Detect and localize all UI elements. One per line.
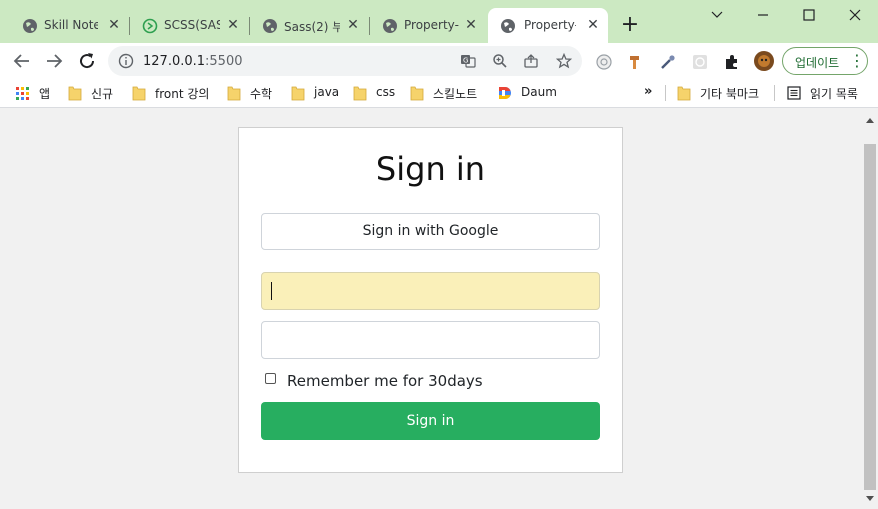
apps-grid-icon bbox=[16, 87, 29, 100]
bookmark-label: 신규 bbox=[91, 87, 114, 101]
back-arrow-icon[interactable] bbox=[10, 49, 34, 73]
scroll-down-arrow-icon[interactable] bbox=[866, 496, 874, 501]
bookmark-label: css bbox=[376, 85, 396, 99]
forward-arrow-icon[interactable] bbox=[42, 49, 66, 73]
tab-scss[interactable]: SCSS(SASS ✕ bbox=[120, 8, 250, 43]
bookmark-label: front 강의 bbox=[155, 87, 210, 101]
remember-label[interactable]: Remember me for 30days bbox=[287, 372, 483, 390]
minimize-icon bbox=[758, 14, 768, 16]
username-field[interactable] bbox=[261, 272, 600, 310]
sass-icon bbox=[142, 18, 158, 34]
folder-icon bbox=[291, 86, 305, 101]
tab-title: Sass(2) 부 bbox=[284, 20, 340, 34]
tab-property-active[interactable]: Property-S ✕ bbox=[488, 8, 608, 43]
minimize-button[interactable] bbox=[702, 4, 732, 26]
url-text: 127.0.0.1:5500 bbox=[143, 54, 243, 69]
minimize-icon bbox=[711, 11, 723, 18]
avatar[interactable] bbox=[753, 50, 775, 72]
folder-icon bbox=[410, 86, 424, 101]
eyedropper-icon[interactable] bbox=[659, 53, 677, 71]
tab-skill-note[interactable]: Skill Note ✕ bbox=[0, 8, 130, 43]
close-tab-icon[interactable]: ✕ bbox=[462, 16, 480, 34]
folder-icon bbox=[68, 86, 82, 101]
page-title: Sign in bbox=[375, 150, 486, 188]
scroll-up-arrow-icon[interactable] bbox=[866, 118, 874, 123]
remember-checkbox[interactable] bbox=[265, 373, 276, 384]
globe-icon bbox=[263, 19, 277, 33]
bookmarks-divider bbox=[665, 85, 666, 101]
bookmark-label: Daum bbox=[521, 85, 557, 99]
close-tab-icon[interactable]: ✕ bbox=[584, 16, 602, 34]
globe-icon bbox=[23, 19, 37, 33]
extension-clock-icon[interactable] bbox=[595, 53, 613, 71]
maximize-button[interactable] bbox=[794, 4, 824, 26]
bookmark-label: 앱 bbox=[39, 87, 51, 101]
info-icon[interactable] bbox=[118, 53, 134, 69]
star-icon[interactable] bbox=[556, 53, 572, 69]
update-button[interactable]: 업데이트 ⋮ bbox=[782, 47, 868, 75]
minimize-window-button[interactable] bbox=[748, 4, 778, 26]
address-bar[interactable]: 127.0.0.1:5500 G bbox=[108, 46, 582, 76]
tab-sass-2[interactable]: Sass(2) 부 ✕ bbox=[240, 8, 370, 43]
puzzle-icon[interactable] bbox=[723, 53, 741, 71]
google-signin-button[interactable]: Sign in with Google bbox=[261, 213, 600, 250]
tab-strip: Skill Note ✕ SCSS(SASS ✕ Sass(2) 부 ✕ Pro… bbox=[0, 0, 878, 43]
tab-title: Property-S bbox=[524, 18, 576, 32]
close-icon bbox=[849, 9, 861, 21]
bookmark-label: 스킬노트 bbox=[433, 87, 478, 101]
svg-text:G: G bbox=[463, 57, 468, 65]
browser-toolbar: 127.0.0.1:5500 G 업데이트 ⋮ bbox=[0, 43, 878, 79]
folder-icon bbox=[353, 86, 367, 101]
close-window-button[interactable] bbox=[840, 4, 870, 26]
extension-hammer-icon[interactable] bbox=[627, 53, 645, 71]
vertical-scrollbar[interactable] bbox=[862, 108, 878, 509]
globe-icon bbox=[501, 19, 515, 33]
tab-title: Property- bbox=[404, 18, 459, 32]
folder-icon bbox=[132, 86, 146, 101]
daum-icon bbox=[499, 87, 511, 99]
reload-icon[interactable] bbox=[75, 49, 99, 73]
folder-icon bbox=[677, 86, 691, 101]
extension-grid-icon[interactable] bbox=[691, 53, 709, 71]
reading-list-icon bbox=[787, 86, 801, 100]
bookmarks-overflow-button[interactable]: » bbox=[644, 84, 652, 99]
bookmark-label: 읽기 목록 bbox=[810, 87, 858, 101]
bookmark-label: java bbox=[314, 85, 340, 99]
tab-title: SCSS(SASS bbox=[164, 18, 220, 32]
signin-button[interactable]: Sign in bbox=[261, 402, 600, 440]
folder-icon bbox=[227, 86, 241, 101]
translate-icon[interactable]: G bbox=[460, 53, 476, 69]
maximize-icon bbox=[803, 9, 815, 21]
bookmarks-divider bbox=[774, 85, 775, 101]
bookmark-label: 수학 bbox=[250, 87, 273, 101]
tab-property[interactable]: Property- ✕ bbox=[360, 8, 488, 43]
tab-title: Skill Note bbox=[44, 18, 98, 32]
url-port: :5500 bbox=[205, 54, 243, 69]
update-label: 업데이트 bbox=[795, 56, 840, 70]
url-host: 127.0.0.1 bbox=[143, 54, 206, 69]
bookmarks-bar: 앱 신규 front 강의 수학 java css 스킬노트 Daum » 기타… bbox=[0, 79, 878, 108]
text-cursor bbox=[271, 282, 272, 300]
scrollbar-thumb[interactable] bbox=[864, 144, 876, 490]
new-tab-button[interactable]: + bbox=[618, 14, 642, 38]
signin-card: Sign in Sign in with Google Remember me … bbox=[238, 127, 623, 473]
password-field[interactable] bbox=[261, 321, 600, 359]
more-menu-icon[interactable]: ⋮ bbox=[849, 51, 865, 71]
bookmark-label: 기타 북마크 bbox=[700, 87, 760, 101]
zoom-icon[interactable] bbox=[492, 53, 508, 69]
globe-icon bbox=[383, 19, 397, 33]
share-icon[interactable] bbox=[523, 53, 539, 69]
